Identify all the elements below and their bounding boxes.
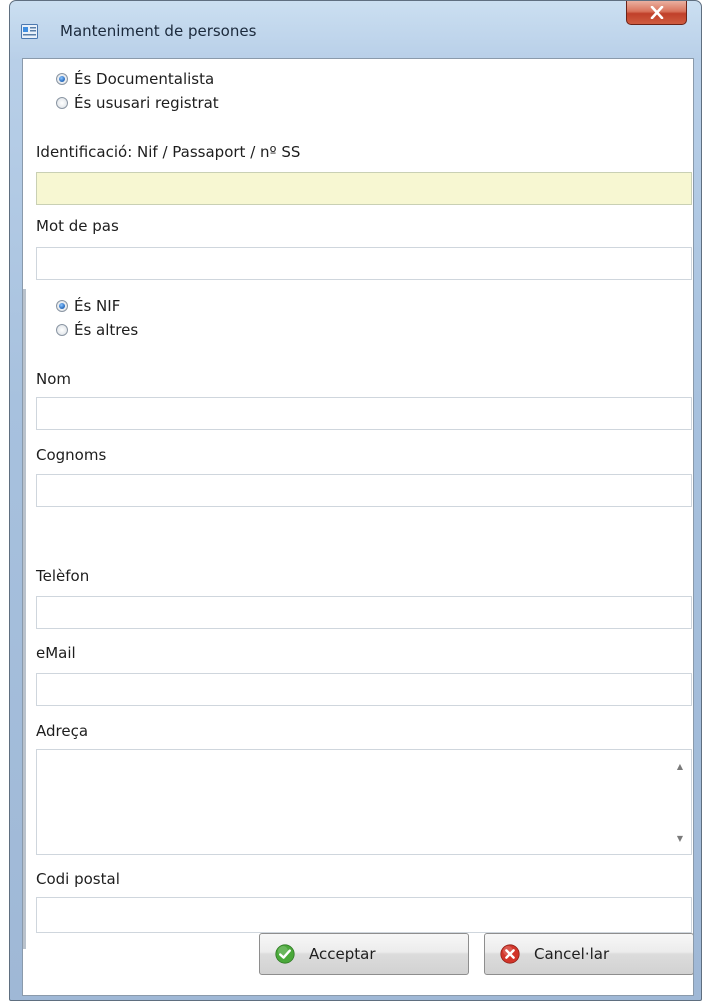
password-input[interactable]: [36, 247, 692, 280]
cancel-button-label: Cancel·lar: [534, 945, 610, 963]
radio-other[interactable]: És altres: [56, 321, 138, 339]
radio-unselected-icon: [56, 324, 68, 336]
postal-code-input[interactable]: [36, 897, 692, 933]
radio-label: És NIF: [74, 297, 121, 315]
radio-unselected-icon: [56, 97, 68, 109]
phone-label: Telèfon: [36, 567, 90, 585]
radio-documentalista[interactable]: És Documentalista: [56, 70, 214, 88]
address-textarea[interactable]: ▲ ▼: [36, 749, 692, 855]
phone-input[interactable]: [36, 596, 692, 629]
identification-label: Identificació: Nif / Passaport / nº SS: [36, 143, 301, 161]
window-title: Manteniment de persones: [60, 22, 257, 40]
radio-selected-icon: [56, 73, 68, 85]
accept-button[interactable]: Acceptar: [259, 933, 469, 975]
radio-label: És Documentalista: [74, 70, 215, 88]
postal-code-label: Codi postal: [36, 870, 120, 888]
last-name-label: Cognoms: [36, 446, 107, 464]
accept-button-label: Acceptar: [309, 945, 376, 963]
radio-label: És altres: [74, 321, 139, 339]
radio-nif[interactable]: És NIF: [56, 297, 120, 315]
scroll-down-arrow-icon[interactable]: ▼: [675, 834, 685, 844]
last-name-input[interactable]: [36, 474, 692, 507]
close-icon: [650, 6, 664, 19]
radio-registered-user[interactable]: És ususari registrat: [56, 94, 219, 112]
first-name-input[interactable]: [36, 397, 692, 430]
radio-label: És ususari registrat: [74, 94, 219, 112]
email-input[interactable]: [36, 673, 692, 706]
form-area: És Documentalista És ususari registrat I…: [22, 58, 694, 996]
app-icon: [21, 24, 38, 39]
password-label: Mot de pas: [36, 217, 119, 235]
left-edge-bar: [23, 289, 26, 949]
cancel-button[interactable]: Cancel·lar: [484, 933, 693, 975]
cancel-icon: [500, 944, 520, 964]
check-icon: [275, 944, 295, 964]
close-button[interactable]: [626, 1, 687, 25]
title-bar[interactable]: Manteniment de persones: [10, 1, 701, 57]
radio-selected-icon: [56, 300, 68, 312]
identification-input[interactable]: [36, 172, 692, 205]
scroll-up-arrow-icon[interactable]: ▲: [675, 762, 685, 772]
first-name-label: Nom: [36, 370, 72, 388]
dialog-window: Manteniment de persones És Documentalist…: [9, 0, 702, 1001]
email-label: eMail: [36, 644, 76, 662]
address-label: Adreça: [36, 722, 89, 740]
